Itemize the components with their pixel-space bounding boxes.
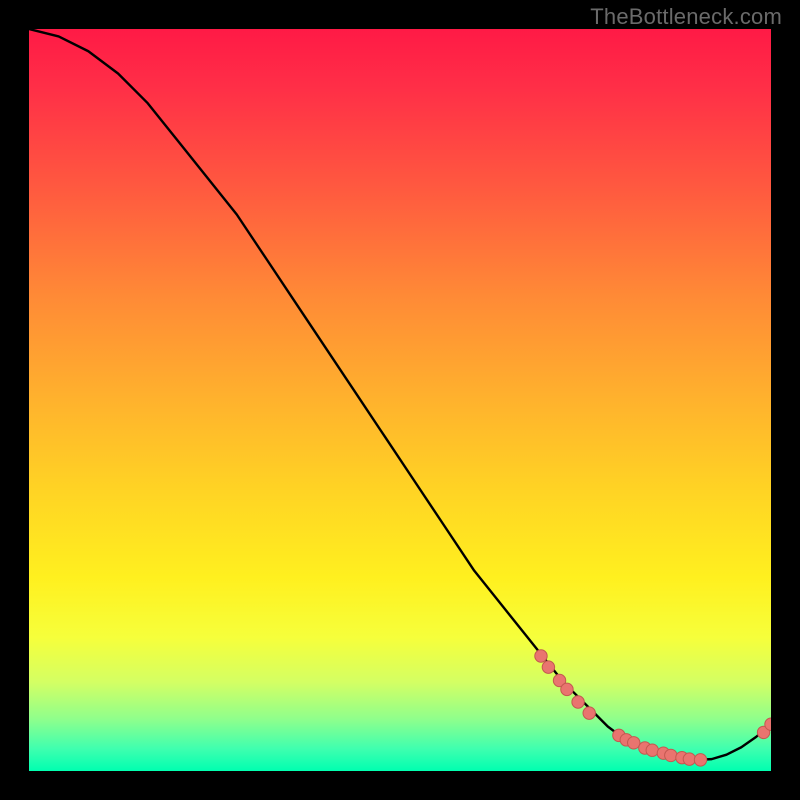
plot-area: [29, 29, 771, 771]
watermark-text: TheBottleneck.com: [590, 4, 782, 30]
data-marker: [561, 683, 573, 695]
chart-overlay: [29, 29, 771, 771]
data-marker: [628, 737, 640, 749]
data-marker: [683, 753, 695, 765]
bottleneck-curve: [29, 29, 771, 760]
data-marker: [572, 696, 584, 708]
data-marker: [583, 707, 595, 719]
data-marker: [542, 661, 554, 673]
data-marker: [694, 754, 706, 766]
data-marker: [665, 749, 677, 761]
chart-frame: TheBottleneck.com: [0, 0, 800, 800]
data-markers: [535, 650, 771, 766]
data-marker: [535, 650, 547, 662]
data-marker: [646, 744, 658, 756]
